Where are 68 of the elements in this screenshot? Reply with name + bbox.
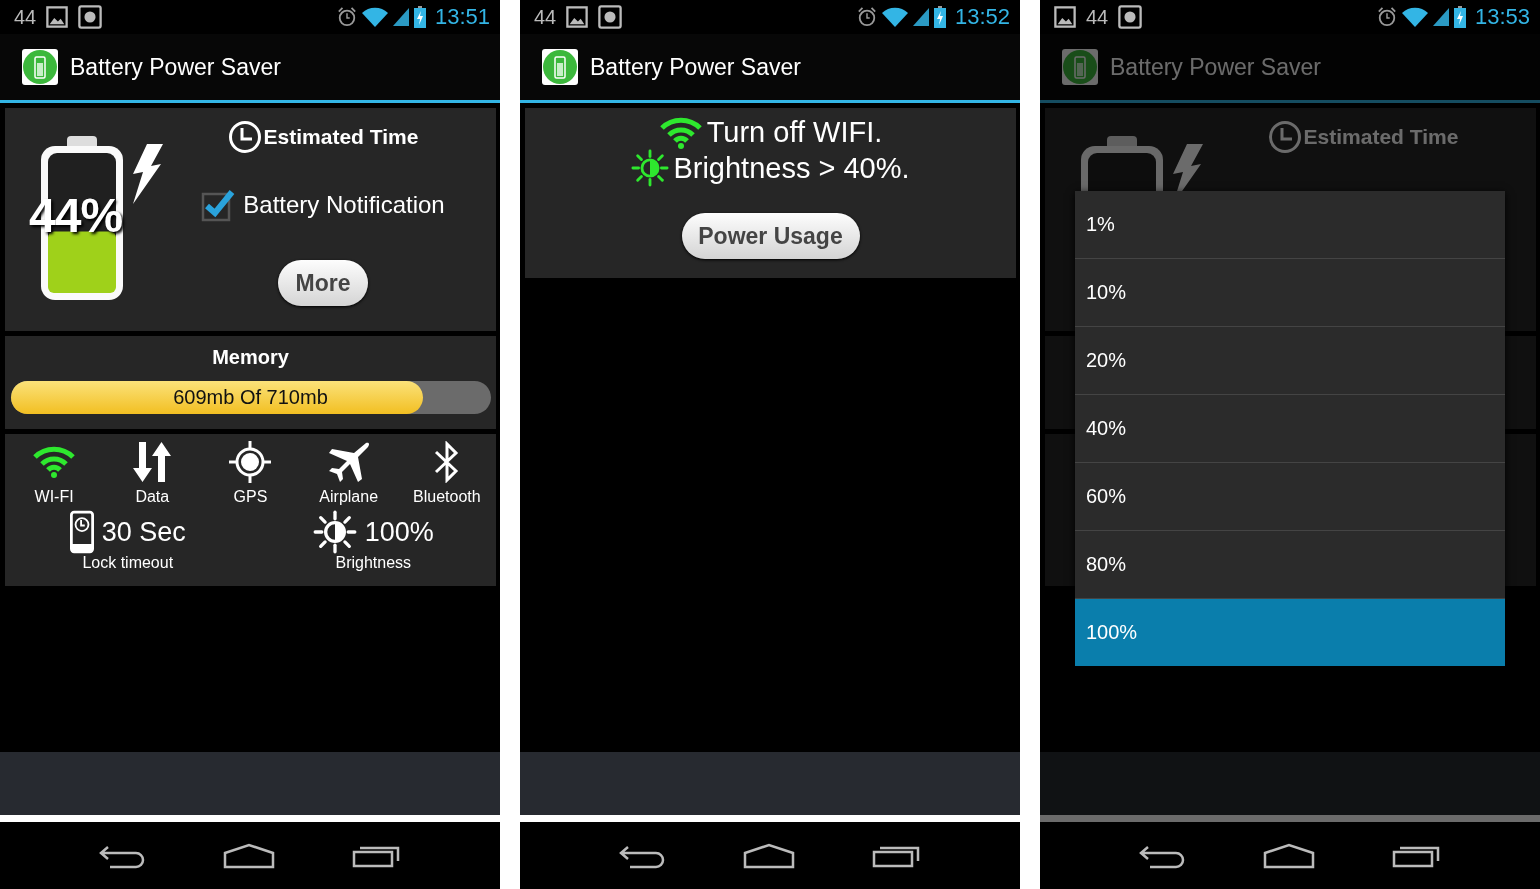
- battery-charging-icon: [1453, 6, 1466, 28]
- notification-count: 44: [14, 5, 37, 29]
- memory-title: Memory: [212, 346, 289, 369]
- toggle-button[interactable]: Data: [103, 440, 202, 506]
- screenshot-icon: [78, 5, 103, 29]
- notification-count: 44: [534, 5, 557, 29]
- percentage-option[interactable]: 10%: [1075, 259, 1505, 327]
- lock-timeout-label: Lock timeout: [82, 554, 174, 572]
- wifi-signal-icon: [361, 7, 388, 27]
- battery-notification-label: Battery Notification: [243, 191, 445, 219]
- toggle-button[interactable]: GPS: [201, 440, 300, 506]
- toggle-button[interactable]: Bluetooth: [397, 440, 496, 506]
- percentage-option[interactable]: 100%: [1075, 599, 1505, 666]
- app-icon: [1062, 49, 1098, 85]
- wifi-icon: [32, 446, 77, 478]
- wifi-signal-icon: [1401, 7, 1428, 27]
- percentage-option[interactable]: 1%: [1075, 191, 1505, 259]
- gps-icon: [229, 441, 272, 483]
- wifi-icon: [658, 116, 703, 149]
- percentage-option[interactable]: 40%: [1075, 395, 1505, 463]
- tip-text: Turn off WIFI.: [706, 116, 883, 149]
- more-button[interactable]: More: [278, 260, 368, 306]
- percentage-option[interactable]: 20%: [1075, 327, 1505, 395]
- estimated-time-label[interactable]: Estimated Time: [263, 125, 419, 149]
- airplane-icon: [327, 441, 370, 483]
- brightness-icon: [312, 510, 357, 554]
- brightness-icon: [631, 149, 670, 187]
- home-icon[interactable]: [743, 842, 795, 869]
- up-down-arrows-icon: [132, 440, 173, 484]
- alarm-icon: [856, 7, 877, 27]
- notification-count: 44: [1086, 5, 1109, 29]
- cell-signal-icon: [912, 7, 929, 27]
- app-title: Battery Power Saver: [70, 53, 281, 81]
- clock-time: 13:51: [434, 4, 490, 30]
- cell-signal-icon: [392, 7, 409, 27]
- lock-timeout-value[interactable]: 30 Sec: [101, 516, 186, 548]
- percentage-option[interactable]: 60%: [1075, 463, 1505, 531]
- screenshot-icon: [1118, 5, 1143, 29]
- battery-charging-icon: [933, 6, 946, 28]
- wifi-signal-icon: [881, 7, 908, 27]
- clock-icon: [1267, 120, 1302, 154]
- app-title: Battery Power Saver: [590, 53, 801, 81]
- home-icon[interactable]: [223, 842, 275, 869]
- screenshot-icon: [598, 5, 623, 29]
- tip-text: Brightness > 40%.: [673, 151, 910, 185]
- battery-charging-icon: [413, 6, 426, 28]
- toggle-button[interactable]: WI-FI: [5, 440, 104, 506]
- home-icon[interactable]: [1263, 842, 1315, 869]
- memory-reading: 609mb Of 710mb: [173, 386, 328, 409]
- clock-time: 13:53: [1474, 4, 1530, 30]
- brightness-value[interactable]: 100%: [364, 516, 434, 548]
- notification-checkbox[interactable]: [201, 188, 236, 222]
- phone-clock-icon: [69, 510, 94, 554]
- app-icon: [542, 49, 578, 85]
- toggle-button[interactable]: Airplane: [299, 440, 398, 506]
- app-icon: [22, 49, 58, 85]
- alarm-icon: [1376, 7, 1397, 27]
- image-icon: [1054, 6, 1076, 28]
- image-icon: [46, 6, 69, 28]
- estimated-time-label[interactable]: Estimated Time: [1303, 125, 1459, 149]
- cell-signal-icon: [1432, 7, 1449, 27]
- power-usage-button[interactable]: Power Usage: [681, 213, 860, 259]
- clock-icon: [227, 120, 262, 154]
- alarm-icon: [336, 7, 357, 27]
- brightness-label: Brightness: [335, 554, 412, 572]
- clock-time: 13:52: [954, 4, 1010, 30]
- image-icon: [566, 6, 589, 28]
- app-title: Battery Power Saver: [1110, 53, 1321, 81]
